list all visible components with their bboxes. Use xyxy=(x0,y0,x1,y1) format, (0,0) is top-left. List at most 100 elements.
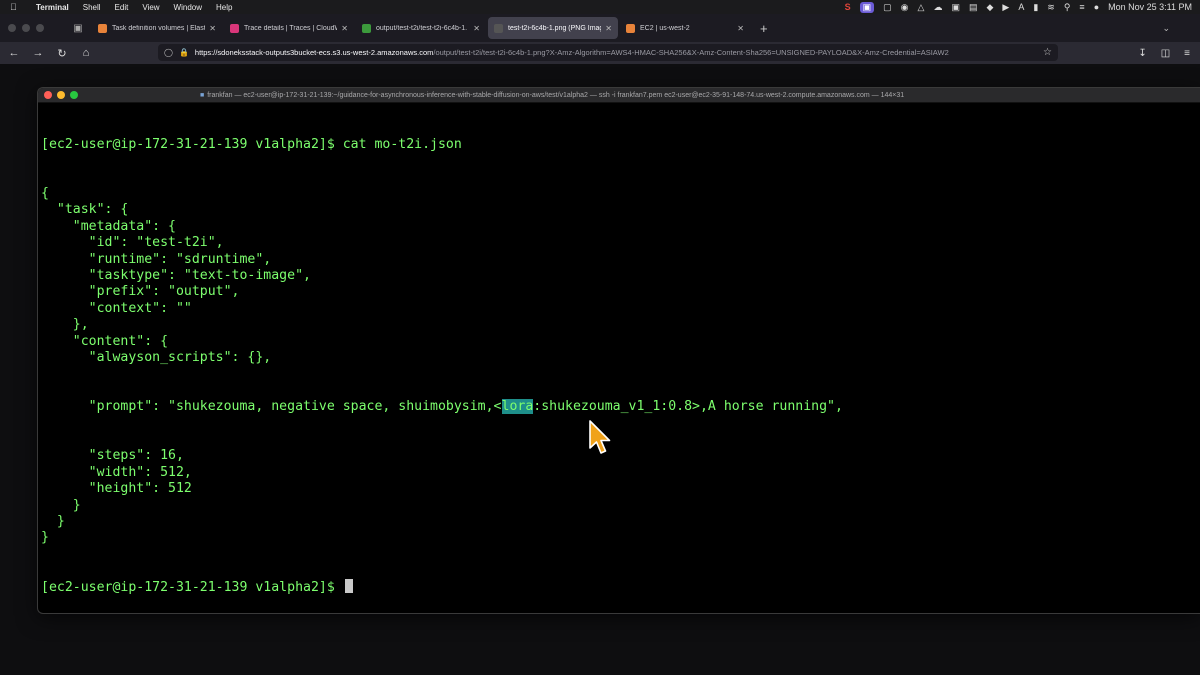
tab-2[interactable]: output/test-t2i/test-t2i-6c4b-1. ✕ xyxy=(356,17,486,39)
terminal-title-text: frankfan — ec2-user@ip-172-31-21-139:~/g… xyxy=(207,92,905,99)
tab-close-icon[interactable]: ✕ xyxy=(737,24,744,33)
browser-nav-bar: ← → ↻ ⌂ ◯ 🔒 https://sdoneksstack-outputs… xyxy=(0,42,1200,64)
back-arrow-icon[interactable]: ← xyxy=(4,47,24,59)
display-icon[interactable]: ▣ xyxy=(951,2,960,13)
tab-favicon-icon xyxy=(626,23,635,33)
s-app-icon[interactable]: S xyxy=(845,2,851,12)
zoom-window-dot[interactable] xyxy=(36,24,44,32)
output-line: } xyxy=(41,497,81,513)
text-cursor xyxy=(344,579,353,594)
minimize-window-dot[interactable] xyxy=(22,24,30,32)
apple-icon[interactable]:  xyxy=(10,2,22,12)
tab-overview-icon[interactable]: ▣ xyxy=(66,23,90,34)
close-window-dot[interactable] xyxy=(8,24,16,32)
control-center-icon[interactable]: ≡ xyxy=(1079,2,1084,12)
warning-icon[interactable]: △ xyxy=(918,2,925,13)
tab-4[interactable]: EC2 | us-west-2 ✕ xyxy=(620,17,750,39)
output-line: "content": { xyxy=(41,333,169,349)
terminal-zoom-button[interactable] xyxy=(70,91,78,99)
menu-view[interactable]: View xyxy=(142,3,159,12)
play-icon[interactable]: ▶ xyxy=(1002,2,1009,13)
wifi-icon[interactable]: ≋ xyxy=(1047,2,1055,13)
menu-window[interactable]: Window xyxy=(174,3,202,12)
tab-label: test-t2i-6c4b-1.png (PNG Image, 51 xyxy=(508,24,601,32)
forward-arrow-icon[interactable]: → xyxy=(28,47,48,59)
downloads-icon[interactable]: ↧ xyxy=(1138,48,1146,59)
screen-icon[interactable]: ▢ xyxy=(883,2,892,13)
shell-command: cat mo-t2i.json xyxy=(342,136,462,152)
tab-0[interactable]: Task definition volumes | Elastic ✕ xyxy=(92,17,222,39)
record-icon[interactable]: ◉ xyxy=(901,2,909,13)
shield-icon[interactable]: ◯ xyxy=(164,48,173,57)
tab-label: output/test-t2i/test-t2i-6c4b-1. xyxy=(376,24,468,32)
list-all-tabs-icon[interactable]: ⌄ xyxy=(1162,23,1170,34)
terminal-window-controls xyxy=(44,91,78,99)
url-host: https://sdoneksstack-outputs3bucket-ecs.… xyxy=(194,48,434,57)
shell-prompt-current: [ec2-user@ip-172-31-21-139 v1alpha2]$ xyxy=(41,580,343,596)
menu-help[interactable]: Help xyxy=(216,3,232,12)
output-line: }, xyxy=(41,317,89,333)
command-line: [ec2-user@ip-172-31-21-139 v1alpha2]$ ca… xyxy=(41,137,1197,153)
json-output-bottom: "steps": 16, "width": 512, "height": 512… xyxy=(41,448,1197,546)
tab-label: EC2 | us-west-2 xyxy=(640,24,690,32)
menu-app-terminal[interactable]: Terminal xyxy=(36,3,69,12)
cloud-icon[interactable]: ☁ xyxy=(933,2,942,13)
chart-icon[interactable]: ▤ xyxy=(969,2,978,13)
extensions-icon[interactable]: ◫ xyxy=(1161,48,1170,59)
menu-edit[interactable]: Edit xyxy=(115,3,129,12)
menu-shell[interactable]: Shell xyxy=(83,3,101,12)
tab-close-icon[interactable]: ✕ xyxy=(341,24,348,33)
terminal-minimize-button[interactable] xyxy=(57,91,65,99)
tab-close-icon[interactable]: ✕ xyxy=(605,24,612,33)
reload-icon[interactable]: ↻ xyxy=(52,47,72,60)
menu-bar:  Terminal Shell Edit View Window Help S… xyxy=(0,0,1200,14)
current-command-line[interactable]: [ec2-user@ip-172-31-21-139 v1alpha2]$ xyxy=(41,579,1197,595)
lock-icon[interactable]: 🔒 xyxy=(179,48,189,57)
terminal-window[interactable]: ■ frankfan — ec2-user@ip-172-31-21-139:~/… xyxy=(37,87,1200,614)
battery-icon[interactable]: ▮ xyxy=(1033,2,1038,13)
output-line: } xyxy=(41,513,65,529)
bookmark-star-icon[interactable]: ☆ xyxy=(1043,47,1052,58)
tab-favicon-icon xyxy=(494,23,503,33)
home-icon[interactable]: ⌂ xyxy=(76,47,96,59)
tab-close-icon[interactable]: ✕ xyxy=(473,24,480,33)
output-line: "context": "" xyxy=(41,300,192,316)
output-line: "runtime": "sdruntime", xyxy=(41,251,272,267)
terminal-output[interactable]: [ec2-user@ip-172-31-21-139 v1alpha2]$ ca… xyxy=(38,103,1200,613)
menu-icon[interactable]: ≡ xyxy=(1184,48,1190,59)
screen-share-icon[interactable]: ▣ xyxy=(859,1,875,13)
url-bar[interactable]: ◯ 🔒 https://sdoneksstack-outputs3bucket-… xyxy=(158,44,1058,61)
clock-text[interactable]: Mon Nov 25 3:11 PM xyxy=(1108,2,1192,12)
prompt-text-before: "prompt": "shukezouma, negative space, s… xyxy=(41,399,502,415)
shell-prompt: [ec2-user@ip-172-31-21-139 v1alpha2]$ xyxy=(41,136,343,152)
browser-window-controls xyxy=(8,24,66,32)
output-line: "height": 512 xyxy=(41,481,192,497)
tab-close-icon[interactable]: ✕ xyxy=(209,24,216,33)
selected-text-lora: lora xyxy=(501,399,534,415)
output-line: "steps": 16, xyxy=(41,448,184,464)
terminal-close-button[interactable] xyxy=(44,91,52,99)
output-line: { xyxy=(41,186,49,202)
siri-icon[interactable]: ● xyxy=(1094,2,1099,12)
output-line: "prefix": "output", xyxy=(41,284,240,300)
tab-1[interactable]: Trace details | Traces | CloudWa ✕ xyxy=(224,17,354,39)
tab-favicon-icon xyxy=(230,23,239,33)
browser-tab-bar: ▣ Task definition volumes | Elastic ✕ Trac… xyxy=(0,14,1200,42)
output-line: "metadata": { xyxy=(41,218,176,234)
mouse-pointer-icon xyxy=(589,420,611,454)
output-line: "task": { xyxy=(41,202,129,218)
folder-icon: ■ xyxy=(200,92,205,99)
dropbox-icon[interactable]: ◆ xyxy=(986,2,993,13)
output-line: "id": "test-t2i", xyxy=(41,235,224,251)
new-tab-button[interactable]: + xyxy=(760,21,768,36)
output-line: } xyxy=(41,530,49,546)
json-output-top: { "task": { "metadata": { "id": "test-t2… xyxy=(41,186,1197,366)
tab-label: Task definition volumes | Elastic xyxy=(112,24,206,32)
tab-label: Trace details | Traces | CloudWa xyxy=(244,24,338,32)
tab-favicon-icon xyxy=(98,23,107,33)
prompt-json-line: "prompt": "shukezouma, negative space, s… xyxy=(41,399,1197,415)
text-input-icon[interactable]: A xyxy=(1018,2,1024,12)
search-icon[interactable]: ⚲ xyxy=(1064,2,1071,13)
tab-3[interactable]: test-t2i-6c4b-1.png (PNG Image, 51 ✕ xyxy=(488,17,618,39)
terminal-title-bar[interactable]: ■ frankfan — ec2-user@ip-172-31-21-139:~/… xyxy=(38,88,1200,103)
